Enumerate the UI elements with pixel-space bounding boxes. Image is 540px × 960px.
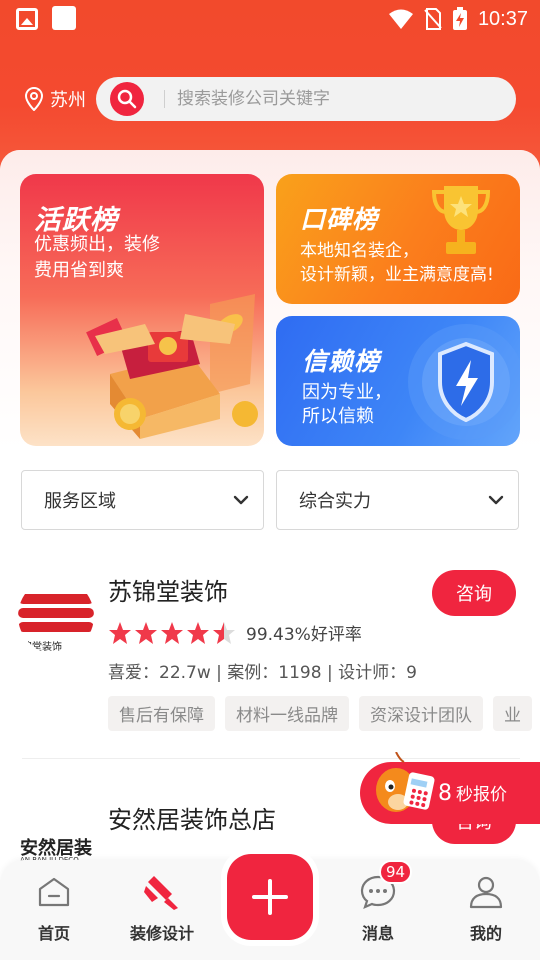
company-stats: 喜爱：22.7w | 案例：1198 | 设计师：9 [108, 663, 417, 683]
service-area-filter[interactable]: 服务区域 [21, 470, 264, 530]
city-label: 苏州 [50, 90, 86, 111]
star-icon [187, 621, 209, 644]
mascot-calculator-icon [376, 752, 435, 812]
banner-subtitle-1: 本地知名装企， [300, 241, 419, 261]
clock: 10:37 [477, 7, 528, 30]
company-tag: 业 [493, 696, 532, 731]
quote-number: 8 [438, 781, 452, 806]
overall-strength-filter[interactable]: 综合实力 [276, 470, 519, 530]
quote-suffix: 秒报价 [456, 785, 507, 805]
location-pin-icon [24, 87, 44, 111]
gallery-notification-icon [16, 8, 38, 30]
banner-subtitle-2: 费用省到爽 [34, 260, 124, 281]
list-divider [22, 758, 520, 759]
search-input[interactable] [177, 89, 497, 109]
nav-home[interactable]: 首页 [4, 860, 104, 960]
filter-label: 服务区域 [44, 491, 116, 512]
app-notification-icon [52, 6, 76, 30]
quote-label: 8 秒报价 [438, 780, 507, 806]
wifi-icon [388, 9, 413, 29]
home-icon [36, 870, 72, 914]
search-button[interactable] [110, 82, 144, 116]
nav-label: 我的 [469, 924, 502, 943]
banner-subtitle-1: 因为专业， [302, 382, 392, 403]
company-tag: 售后有保障 [108, 696, 215, 731]
add-button[interactable] [227, 854, 313, 940]
nav-mine[interactable]: 我的 [436, 860, 536, 960]
company-name[interactable]: 苏锦堂装饰 [108, 572, 228, 607]
logo-text: 锦堂装饰 [22, 642, 62, 653]
rating-text: 99.43%好评率 [246, 625, 362, 645]
plus-icon [252, 879, 288, 915]
company-tag: 材料一线品牌 [225, 696, 349, 731]
banner-subtitle-2: 所以信赖 [302, 406, 374, 427]
gift-box-illustration [86, 294, 258, 439]
search-divider [164, 90, 165, 108]
star-icon [161, 621, 183, 644]
trust-ranking-banner[interactable]: 信赖榜 因为专业， 所以信赖 [276, 316, 520, 446]
nav-messages[interactable]: 消息 [328, 860, 428, 960]
chevron-down-icon [233, 495, 249, 505]
active-ranking-banner[interactable]: 活跃榜 优惠频出，装修 费用省到爽 [20, 174, 264, 446]
reputation-ranking-banner[interactable]: 口碑榜 本地知名装企， 设计新颖，业主满意度高! [276, 174, 520, 304]
search-icon [117, 89, 137, 109]
banner-title: 口碑榜 [300, 205, 379, 234]
message-count-badge: 94 [379, 860, 413, 884]
company-name[interactable]: 安然居装饰总店 [108, 800, 276, 835]
nav-label: 消息 [361, 924, 394, 943]
banner-title: 活跃榜 [34, 205, 118, 236]
banner-subtitle-1: 优惠频出，装修 [34, 234, 160, 255]
location-selector[interactable]: 苏州 [24, 86, 86, 112]
company-tag: 资深设计团队 [359, 696, 483, 731]
nav-label: 首页 [37, 924, 70, 943]
company-tags: 售后有保障 材料一线品牌 资深设计团队 业 [108, 696, 532, 731]
star-icon [109, 621, 131, 644]
status-bar: 10:37 [0, 0, 540, 38]
user-icon [467, 870, 505, 914]
shield-lightning-icon [408, 324, 520, 440]
nav-design[interactable]: 装修设计 [112, 860, 212, 960]
status-icons: 10:37 [388, 6, 528, 32]
rating-stars: 99.43%好评率 [108, 620, 362, 645]
no-sim-icon [424, 8, 442, 30]
nav-label: 装修设计 [129, 924, 194, 943]
company-logo: 锦堂装饰 [18, 578, 94, 654]
banner-title: 信赖榜 [302, 347, 381, 376]
chevron-down-icon [488, 495, 504, 505]
trophy-icon [431, 186, 491, 254]
paint-brush-icon [142, 870, 182, 914]
search-bar[interactable] [96, 77, 516, 121]
consult-button[interactable]: 咨询 [432, 570, 516, 616]
half-star-icon [213, 621, 235, 644]
banner-subtitle-2: 设计新颖，业主满意度高! [300, 265, 494, 285]
filter-label: 综合实力 [299, 491, 371, 512]
battery-charging-icon [452, 7, 467, 30]
instant-quote-button[interactable]: 8 秒报价 [360, 752, 540, 824]
star-icon [135, 621, 157, 644]
